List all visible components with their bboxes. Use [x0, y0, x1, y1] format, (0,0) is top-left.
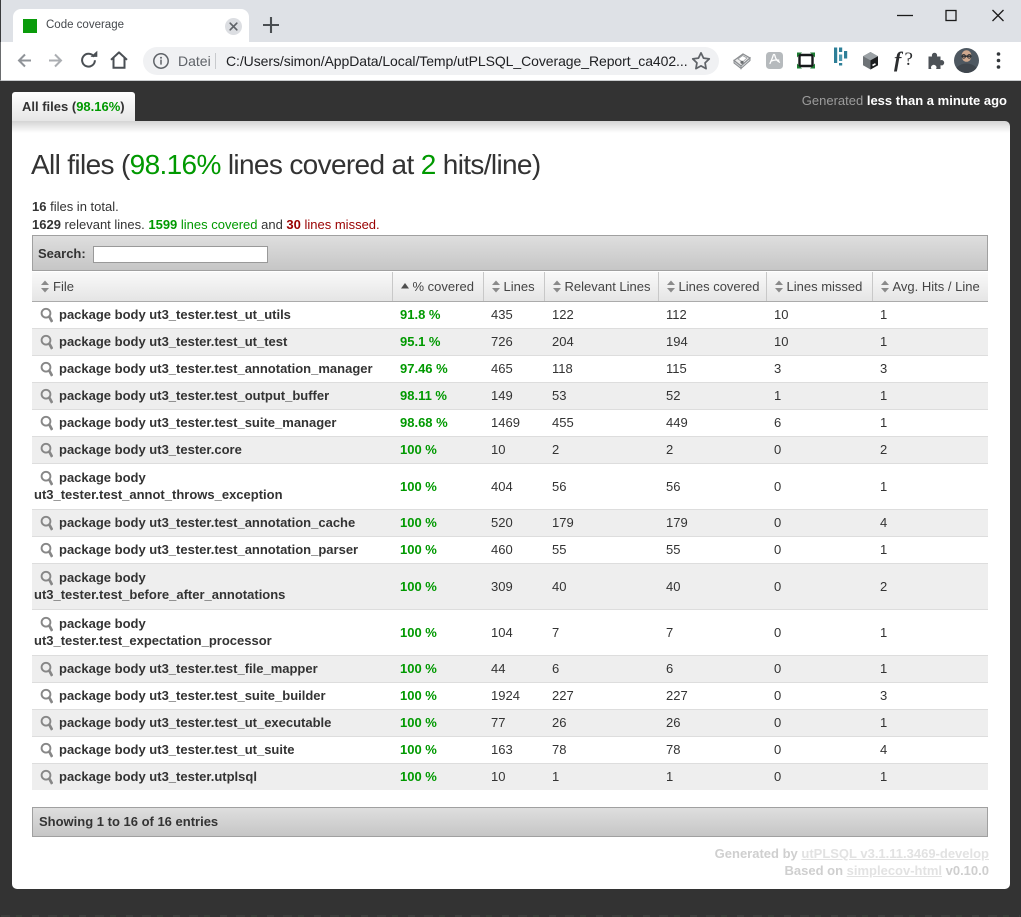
svg-text:f: f [894, 47, 904, 72]
svg-text:?: ? [905, 49, 913, 70]
